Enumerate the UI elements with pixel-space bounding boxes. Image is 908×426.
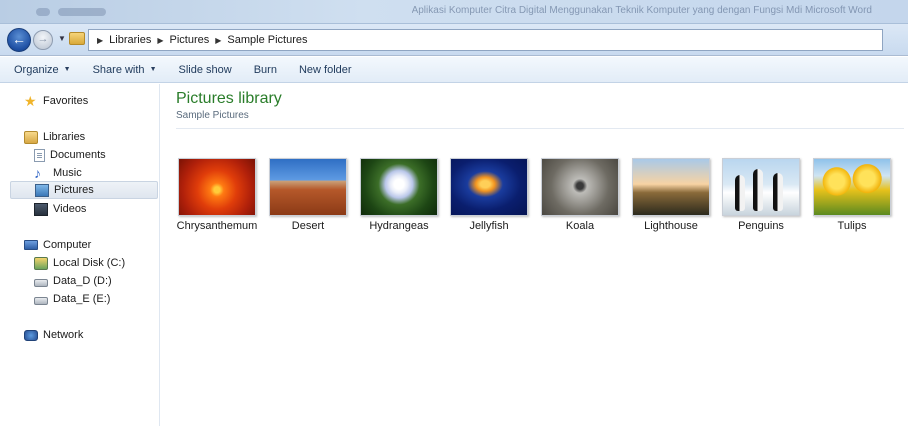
organize-button[interactable]: Organize ▼: [14, 64, 71, 76]
back-button[interactable]: ←: [7, 28, 31, 52]
breadcrumb-pictures[interactable]: Pictures: [170, 34, 210, 46]
nav-item-label: Videos: [53, 203, 87, 215]
image-thumbnail: [269, 158, 347, 216]
share-with-label: Share with: [92, 63, 145, 76]
window-title-bar: Aplikasi Komputer Citra Digital Mengguna…: [0, 0, 908, 24]
nav-item-label: Computer: [43, 239, 92, 251]
breadcrumb-sample-pictures[interactable]: Sample Pictures: [227, 34, 307, 46]
image-thumbnail: [450, 158, 528, 216]
penguin-shape: [773, 173, 783, 211]
computer-icon: [24, 240, 38, 250]
nav-item-label: Network: [43, 329, 84, 341]
file-list-area[interactable]: Pictures library Sample Pictures Chrysan…: [161, 84, 908, 426]
penguin-shape: [735, 175, 745, 211]
library-subtitle: Sample Pictures: [176, 110, 249, 121]
nav-item-computer[interactable]: Computer: [24, 236, 174, 254]
file-item-penguins[interactable]: Penguins: [721, 158, 801, 236]
address-bar[interactable]: ▶ Libraries ▶ Pictures ▶ Sample Pictures: [88, 29, 883, 51]
forward-arrow-icon: →: [37, 33, 49, 45]
nav-item-network[interactable]: Network: [24, 326, 174, 344]
recent-pages-dropdown[interactable]: ▼: [58, 34, 66, 43]
nav-item-label: Documents: [50, 149, 106, 161]
network-icon: [24, 329, 38, 341]
breadcrumb-chevron-icon[interactable]: ▶: [157, 36, 163, 45]
breadcrumb: ▶ Libraries ▶ Pictures ▶ Sample Pictures: [95, 34, 308, 46]
image-thumbnail: [541, 158, 619, 216]
back-arrow-icon: ←: [12, 31, 26, 47]
penguin-shape: [753, 169, 763, 211]
library-title: Pictures library: [176, 90, 282, 107]
nav-item-label: Data_E (E:): [53, 293, 111, 305]
music-note-icon: ♪: [34, 164, 41, 181]
nav-item-label: Local Disk (C:): [53, 257, 126, 269]
nav-item-pictures[interactable]: Pictures: [10, 181, 158, 199]
nav-item-label: Music: [53, 167, 82, 179]
breadcrumb-libraries[interactable]: Libraries: [109, 34, 151, 46]
video-icon: [34, 202, 48, 216]
window-title: Aplikasi Komputer Citra Digital Mengguna…: [411, 5, 872, 16]
drive-icon: [34, 296, 48, 305]
file-name: Tulips: [837, 220, 867, 232]
file-name: Chrysanthemum: [176, 220, 258, 232]
file-name: Lighthouse: [644, 220, 698, 232]
burn-button[interactable]: Burn: [254, 64, 277, 76]
header-divider: [176, 128, 904, 129]
image-thumbnail: [178, 158, 256, 216]
chevron-down-icon: ▼: [149, 66, 157, 73]
breadcrumb-chevron-icon[interactable]: ▶: [215, 36, 221, 45]
file-item-lighthouse[interactable]: Lighthouse: [631, 158, 711, 236]
breadcrumb-chevron-icon[interactable]: ▶: [97, 36, 103, 45]
forward-button[interactable]: →: [33, 30, 53, 50]
file-item-tulips[interactable]: Tulips: [812, 158, 892, 236]
slide-show-button[interactable]: Slide show: [179, 64, 232, 76]
file-item-desert[interactable]: Desert: [268, 158, 348, 236]
navigation-pane: ★ Favorites Libraries Documents ♪ Music …: [8, 84, 160, 426]
star-icon: ★: [24, 92, 37, 109]
nav-item-libraries[interactable]: Libraries: [24, 128, 174, 146]
share-with-button[interactable]: Share with ▼: [93, 64, 157, 76]
file-name: Jellyfish: [469, 220, 509, 232]
organize-label: Organize: [14, 63, 59, 76]
nav-item-favorites[interactable]: ★ Favorites: [24, 92, 174, 110]
nav-item-label: Pictures: [54, 184, 94, 196]
file-item-koala[interactable]: Koala: [540, 158, 620, 236]
nav-item-label: Libraries: [43, 131, 86, 143]
drive-icon: [34, 278, 48, 287]
nav-item-label: Favorites: [43, 95, 89, 107]
file-item-hydrangeas[interactable]: Hydrangeas: [359, 158, 439, 236]
image-thumbnail: [632, 158, 710, 216]
navigation-bar: ← → ▼ ▶ Libraries ▶ Pictures ▶ Sample Pi…: [0, 24, 908, 56]
folder-icon: [69, 32, 85, 45]
drive-icon: [34, 256, 48, 270]
library-icon: [24, 130, 38, 144]
document-icon: [34, 148, 45, 162]
command-toolbar: Organize ▼ Share with ▼ Slide show Burn …: [0, 57, 908, 83]
title-bar-icon-blur: [36, 8, 50, 16]
file-name: Desert: [291, 220, 325, 232]
image-thumbnail: [360, 158, 438, 216]
chevron-down-icon: ▼: [63, 66, 71, 73]
file-name: Hydrangeas: [369, 220, 429, 232]
file-item-chrysanthemum[interactable]: Chrysanthemum: [177, 158, 257, 236]
title-bar-quickaccess-blur: [58, 8, 106, 16]
file-name: Penguins: [738, 220, 784, 232]
image-thumbnail: [813, 158, 891, 216]
nav-item-label: Data_D (D:): [53, 275, 112, 287]
pictures-icon: [35, 183, 49, 197]
file-name: Koala: [565, 220, 595, 232]
file-item-jellyfish[interactable]: Jellyfish: [449, 158, 529, 236]
image-thumbnail: [722, 158, 800, 216]
new-folder-button[interactable]: New folder: [299, 64, 352, 76]
